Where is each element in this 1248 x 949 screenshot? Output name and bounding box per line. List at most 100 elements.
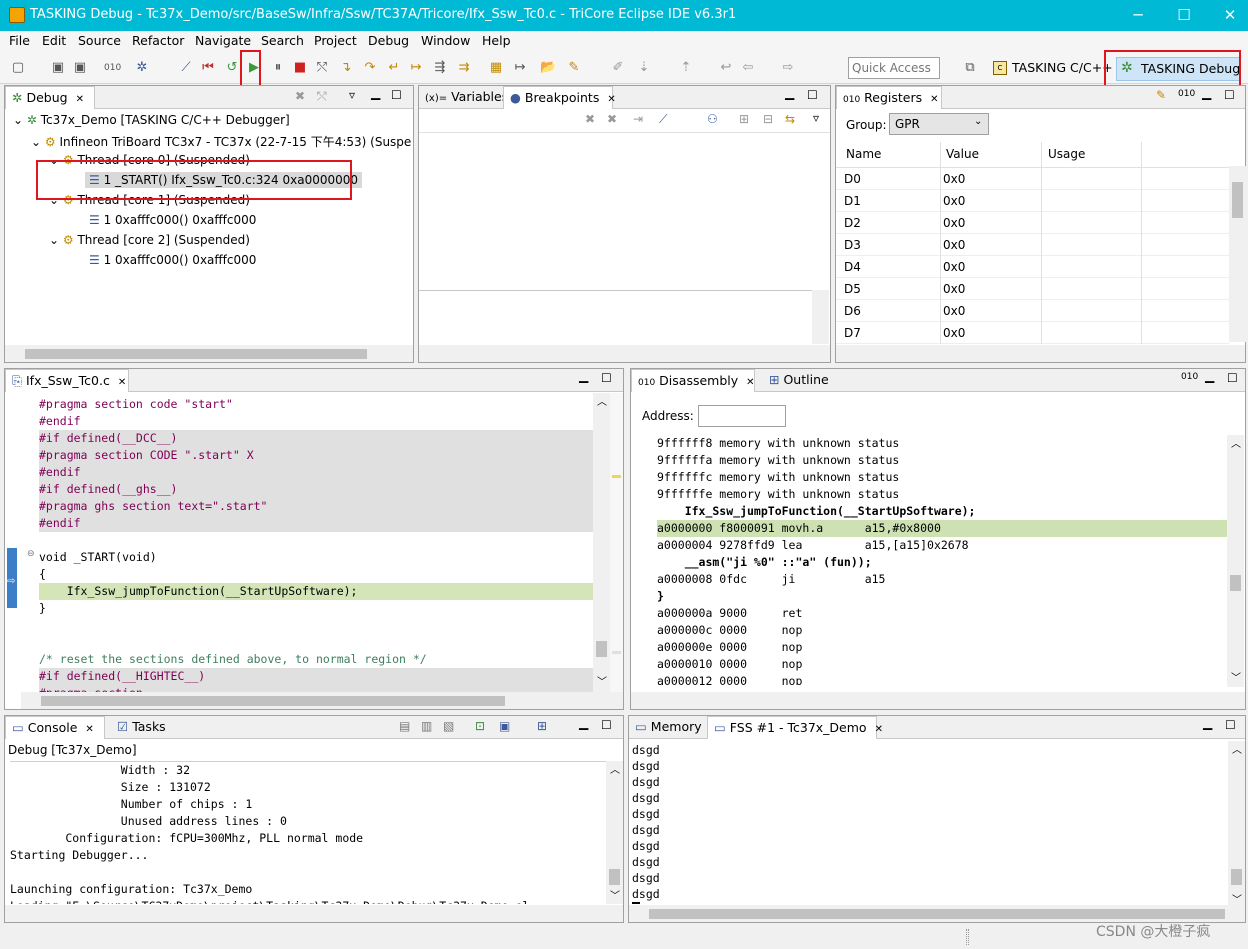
fss-hscroll[interactable] <box>629 905 1245 922</box>
view-menu-icon[interactable]: ▿ <box>349 88 355 102</box>
pin-console-icon[interactable]: ⊡ <box>475 719 485 733</box>
tab-debug[interactable]: ✲ Debug ✕ <box>5 86 95 109</box>
word-wrap-icon[interactable]: ▧ <box>443 719 454 733</box>
tab-disassembly[interactable]: 010 Disassembly ✕ <box>631 369 755 392</box>
tree-item-launch[interactable]: ⌄ ✲ Tc37x_Demo [TASKING C/C++ Debugger] <box>13 113 290 127</box>
tab-tasks[interactable]: ☑ Tasks <box>111 716 181 739</box>
drop-frame-icon[interactable]: ⇶ <box>432 60 448 76</box>
open-folder-icon[interactable]: 📂 <box>540 60 556 76</box>
variables-hscroll[interactable] <box>419 345 830 362</box>
remove-all-icon[interactable]: ✖ <box>607 112 617 126</box>
disconnect-icon[interactable]: ⤲ <box>314 60 330 76</box>
tree-item-frame2[interactable]: ☰ 1 0xafffc000() 0xafffc000 <box>89 253 256 267</box>
suspend-icon[interactable]: ⏸ <box>270 60 286 76</box>
pin-icon[interactable]: ✎ <box>1156 88 1166 102</box>
scroll-thumb[interactable] <box>649 909 1225 919</box>
reset-icon[interactable]: ↺ <box>224 60 240 76</box>
link-icon[interactable]: ⚇ <box>707 112 718 126</box>
last-edit-icon[interactable]: ↩ <box>718 60 734 76</box>
tab-editor-file[interactable]: ⎘ Ifx_Ssw_Tc0.c ✕ <box>5 369 129 392</box>
step-return-icon[interactable]: ↵ <box>386 60 402 76</box>
menu-source[interactable]: Source <box>78 33 121 48</box>
new-icon[interactable]: ▢ <box>10 60 26 76</box>
table-row[interactable]: D0 0x0 <box>836 168 1229 190</box>
step-into-icon[interactable]: ↴ <box>338 60 354 76</box>
maximize-button[interactable]: ☐ <box>1161 0 1207 31</box>
sync-icon[interactable]: ⇆ <box>785 112 795 126</box>
back-icon[interactable]: ⇦ <box>740 60 756 76</box>
scroll-lock-icon[interactable]: ▥ <box>421 719 432 733</box>
memory-icon[interactable]: ▦ <box>488 60 504 76</box>
step-return-2-icon[interactable]: ↦ <box>512 60 528 76</box>
tab-console[interactable]: ▭ Console ✕ <box>5 716 105 739</box>
menu-window[interactable]: Window <box>421 33 470 48</box>
close-button[interactable]: ✕ <box>1207 0 1248 31</box>
maximize-view-icon[interactable]: ☐ <box>1224 88 1235 102</box>
view-menu-icon[interactable]: ▿ <box>813 111 819 125</box>
minimize-view-icon[interactable]: ▁ <box>1205 369 1214 383</box>
menu-file[interactable]: File <box>9 33 30 48</box>
console-hscroll[interactable] <box>5 905 623 922</box>
registers-vscroll[interactable] <box>1229 166 1246 342</box>
terminate-icon[interactable]: ■ <box>292 60 308 76</box>
tree-item-frame1[interactable]: ☰ 1 0xafffc000() 0xafffc000 <box>89 213 256 227</box>
close-icon[interactable]: ✕ <box>930 94 938 105</box>
perspective-cpp-button[interactable]: TASKING C/C++ <box>1012 60 1113 75</box>
address-input[interactable] <box>698 405 786 427</box>
table-row[interactable]: D5 0x0 <box>836 278 1229 300</box>
go-to-file-icon[interactable]: ⟋ <box>659 112 667 127</box>
close-icon[interactable]: ✕ <box>85 724 93 735</box>
table-row[interactable]: D6 0x0 <box>836 300 1229 322</box>
toggle-source-icon[interactable]: 010 <box>1181 372 1198 382</box>
binary-icon[interactable]: 010 <box>104 60 121 76</box>
minimize-view-icon[interactable]: ▁ <box>785 86 794 100</box>
tab-memory[interactable]: ▭ Memory <box>629 716 705 739</box>
maximize-view-icon[interactable]: ☐ <box>601 718 612 732</box>
minimize-view-icon[interactable]: ▁ <box>579 369 588 383</box>
run-external-icon[interactable]: ✎ <box>566 60 582 76</box>
disassembly-hscroll[interactable] <box>631 692 1245 709</box>
scroll-thumb[interactable] <box>596 641 607 657</box>
quick-access-input[interactable] <box>848 57 940 79</box>
scroll-up-icon[interactable]: ︿ <box>1232 741 1242 756</box>
col-value[interactable]: Value <box>946 147 979 161</box>
registers-hscroll[interactable] <box>836 345 1245 362</box>
fss-vscroll[interactable]: ︿ ﹀ <box>1228 741 1245 907</box>
table-row[interactable]: D7 0x0 <box>836 322 1229 344</box>
scroll-down-icon[interactable]: ﹀ <box>597 673 607 688</box>
scroll-up-icon[interactable]: ︿ <box>597 393 607 408</box>
table-row[interactable]: D4 0x0 <box>836 256 1229 278</box>
scroll-down-icon[interactable]: ﹀ <box>610 887 620 902</box>
highlight-icon[interactable]: ✐ <box>610 60 626 76</box>
maximize-view-icon[interactable]: ☐ <box>807 88 818 102</box>
tab-registers[interactable]: 010 Registers ✕ <box>836 86 942 109</box>
maximize-view-icon[interactable]: ☐ <box>391 88 402 102</box>
menu-debug[interactable]: Debug <box>368 33 409 48</box>
minimize-view-icon[interactable]: ▁ <box>579 716 588 730</box>
scroll-thumb[interactable] <box>1231 869 1242 885</box>
editor-vscroll[interactable]: ︿ ﹀ <box>593 393 610 693</box>
restart-icon[interactable]: ⏮ <box>200 60 216 76</box>
console-output[interactable]: Width : 32 Size : 131072 Number of chips… <box>10 761 606 904</box>
collapse-all-icon[interactable]: ⊟ <box>763 112 773 126</box>
fold-icon[interactable]: ⊖ <box>27 549 35 559</box>
expand-all-icon[interactable]: ⊞ <box>739 112 749 126</box>
editor-hscroll[interactable] <box>21 692 623 709</box>
clear-console-icon[interactable]: ▤ <box>399 719 410 733</box>
new-console-icon[interactable]: ⊞ <box>537 719 547 733</box>
close-icon[interactable]: ✕ <box>746 377 754 388</box>
instruction-step-icon[interactable]: ↦ <box>408 60 424 76</box>
show-breakpoints-icon[interactable]: ⇥ <box>633 112 643 126</box>
scroll-down-icon[interactable]: ﹀ <box>1232 891 1242 906</box>
scroll-thumb[interactable] <box>41 696 505 706</box>
fss-output[interactable]: dsgd dsgd dsgd dsgd dsgd dsgd dsgd dsgd dsgd dsgd <box>632 741 1228 907</box>
console-vscroll[interactable]: ︿ ﹀ <box>606 761 623 904</box>
maximize-view-icon[interactable]: ☐ <box>1225 718 1236 732</box>
scroll-down-icon[interactable]: ﹀ <box>1231 669 1241 684</box>
disassembly-vscroll[interactable]: ︿ ﹀ <box>1227 435 1244 687</box>
close-icon[interactable]: ✕ <box>875 724 883 735</box>
menu-navigate[interactable]: Navigate <box>195 33 251 48</box>
step-over-icon[interactable]: ↷ <box>362 60 378 76</box>
close-icon[interactable]: ✕ <box>118 377 126 388</box>
save-all-icon[interactable]: ▣ <box>72 60 88 76</box>
